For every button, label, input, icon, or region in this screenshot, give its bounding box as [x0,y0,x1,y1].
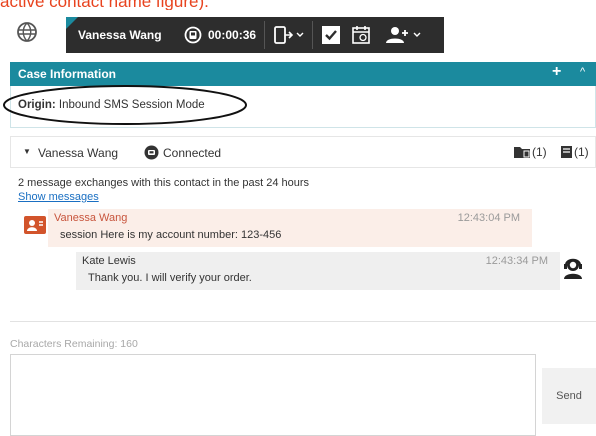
highlight-ellipse [3,85,247,125]
hold-icon[interactable] [182,17,204,53]
message-sender: Vanessa Wang [54,212,128,224]
message-time: 12:43:34 PM [485,255,548,267]
contact-status-row: ▼ Vanessa Wang Connected (1) (1) [10,136,596,168]
expand-contact-icon[interactable]: ▼ [23,147,31,156]
done-icon[interactable] [318,17,344,53]
collapse-icon[interactable]: ^ [580,66,585,78]
connection-status: Connected [163,146,222,160]
figure-caption: active contact name figure). [0,0,209,10]
message-text: Thank you. I will verify your order. [88,272,252,284]
agent-toolbar: Vanessa Wang 00:00:36 [0,12,596,57]
divider [312,21,313,49]
chat-transcript[interactable]: 2 message exchanges with this contact in… [10,172,596,322]
message-text: session Here is my account number: 123-4… [60,229,282,241]
contact-name[interactable]: Vanessa Wang [38,146,118,160]
characters-remaining: Characters Remaining: 160 [10,338,138,350]
notes-badge[interactable]: (1) [560,145,589,159]
case-history-count: (1) [532,145,547,159]
show-messages-link[interactable]: Show messages [18,191,99,203]
note-icon [561,146,572,158]
message-outgoing: Kate Lewis 12:43:34 PM Thank you. I will… [76,252,560,290]
add-case-data-button[interactable]: + [552,63,561,81]
globe-icon[interactable] [16,21,38,43]
case-information-title: Case Information [18,67,117,81]
exchange-summary: 2 message exchanges with this contact in… [18,177,310,189]
message-time: 12:43:04 PM [457,212,520,224]
message-sender: Kate Lewis [82,255,136,267]
notes-count: (1) [574,145,589,159]
message-incoming: Vanessa Wang 12:43:04 PM session Here is… [48,209,532,247]
send-button[interactable]: Send [542,368,596,424]
interaction-bar: Vanessa Wang 00:00:36 [66,17,444,53]
call-timer: 00:00:36 [208,28,257,42]
add-participant-icon[interactable] [380,17,426,53]
customer-avatar-icon [24,216,46,234]
divider [264,21,265,49]
transfer-icon[interactable] [270,17,308,53]
message-input[interactable] [10,354,536,436]
agent-avatar-icon [564,258,582,279]
case-folder-icon [514,147,530,158]
case-history-badge[interactable]: (1) [513,145,547,159]
toolbar-contact-name[interactable]: Vanessa Wang [78,28,162,42]
schedule-icon[interactable] [348,17,374,53]
connected-icon [144,145,159,160]
active-indicator [66,17,78,29]
